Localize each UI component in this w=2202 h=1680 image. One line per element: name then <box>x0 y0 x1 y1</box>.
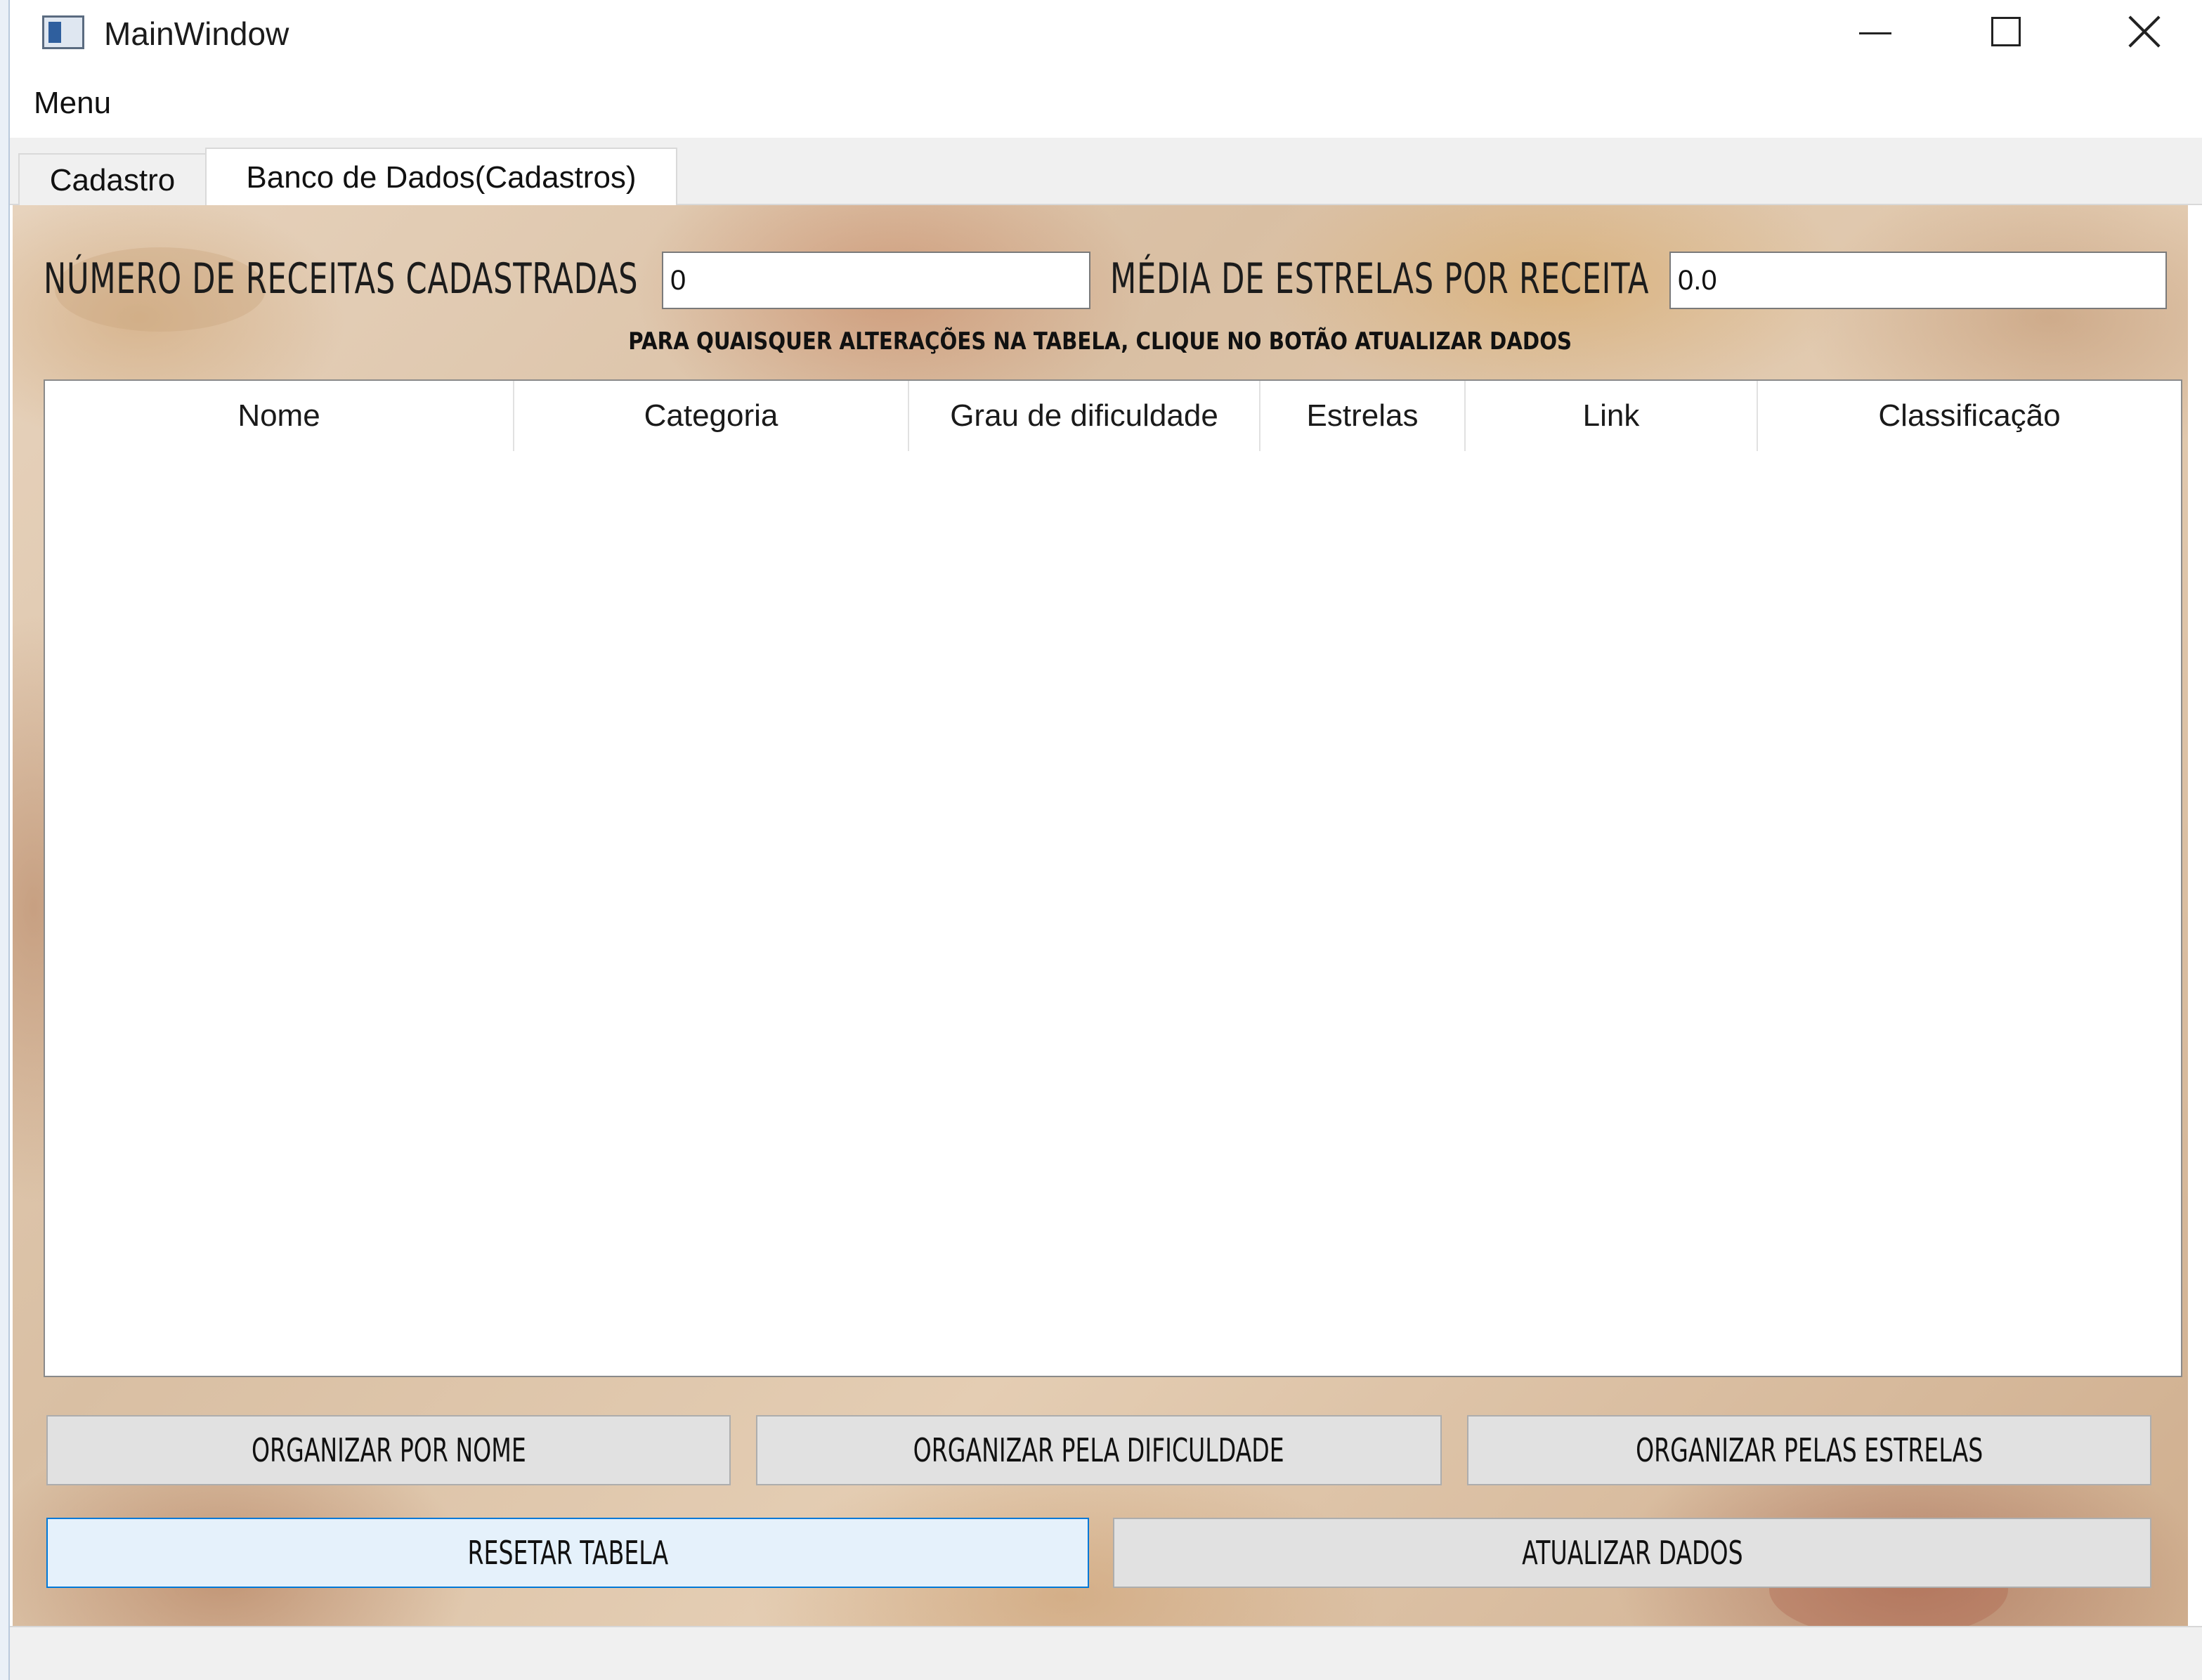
sort-by-name-label: ORGANIZAR POR NOME <box>251 1431 526 1469</box>
menu-item-menu[interactable]: Menu <box>34 86 111 121</box>
status-bar <box>10 1626 2202 1680</box>
column-header-categoria[interactable]: Categoria <box>514 381 909 451</box>
column-header-grau-de-dificuldade[interactable]: Grau de dificuldade <box>909 381 1260 451</box>
title-bar[interactable]: MainWindow <box>10 0 2202 67</box>
column-header-classificacao[interactable]: Classificação <box>1758 381 2181 451</box>
reset-table-label: RESETAR TABELA <box>467 1534 668 1572</box>
update-data-button[interactable]: ATUALIZAR DADOS <box>1113 1518 2151 1588</box>
average-stars-field[interactable]: 0.0 <box>1669 252 2167 309</box>
sort-by-name-button[interactable]: ORGANIZAR POR NOME <box>46 1415 731 1485</box>
app-window-icon <box>42 15 84 49</box>
recipes-count-label: NÚMERO DE RECEITAS CADASTRADAS <box>44 254 639 304</box>
tab-page-banco-de-dados: NÚMERO DE RECEITAS CADASTRADAS 0 MÉDIA D… <box>13 205 2188 1626</box>
column-header-link[interactable]: Link <box>1466 381 1758 451</box>
tab-cadastro[interactable]: Cadastro <box>18 153 207 205</box>
reset-table-button[interactable]: RESETAR TABELA <box>46 1518 1089 1588</box>
column-header-estrelas[interactable]: Estrelas <box>1260 381 1466 451</box>
sort-by-stars-button[interactable]: ORGANIZAR PELAS ESTRELAS <box>1467 1415 2151 1485</box>
average-stars-label: MÉDIA DE ESTRELAS POR RECEITA <box>1110 254 1650 304</box>
minimize-icon[interactable] <box>1823 0 1928 65</box>
update-data-label: ATUALIZAR DADOS <box>1521 1534 1743 1572</box>
sort-by-stars-label: ORGANIZAR PELAS ESTRELAS <box>1635 1431 1983 1469</box>
table-header: Nome Categoria Grau de dificuldade Estre… <box>45 381 2181 451</box>
window-title: MainWindow <box>104 15 289 52</box>
maximize-icon[interactable] <box>1955 0 2060 65</box>
tab-bar: Cadastro Banco de Dados(Cadastros) <box>10 138 2202 207</box>
update-hint-text: PARA QUAISQUER ALTERAÇÕES NA TABELA, CLI… <box>13 327 2188 356</box>
tab-banco-de-dados[interactable]: Banco de Dados(Cadastros) <box>205 148 677 207</box>
update-hint-label: PARA QUAISQUER ALTERAÇÕES NA TABELA, CLI… <box>628 327 1572 356</box>
recipes-count-field[interactable]: 0 <box>662 252 1090 309</box>
sort-by-difficulty-label: ORGANIZAR PELA DIFICULDADE <box>913 1431 1285 1469</box>
window-left-edge <box>0 0 10 1680</box>
sort-by-difficulty-button[interactable]: ORGANIZAR PELA DIFICULDADE <box>756 1415 1442 1485</box>
recipes-table[interactable]: Nome Categoria Grau de dificuldade Estre… <box>44 379 2182 1377</box>
close-icon[interactable] <box>2090 0 2195 65</box>
menu-bar: Menu <box>10 67 2202 138</box>
column-header-nome[interactable]: Nome <box>45 381 514 451</box>
